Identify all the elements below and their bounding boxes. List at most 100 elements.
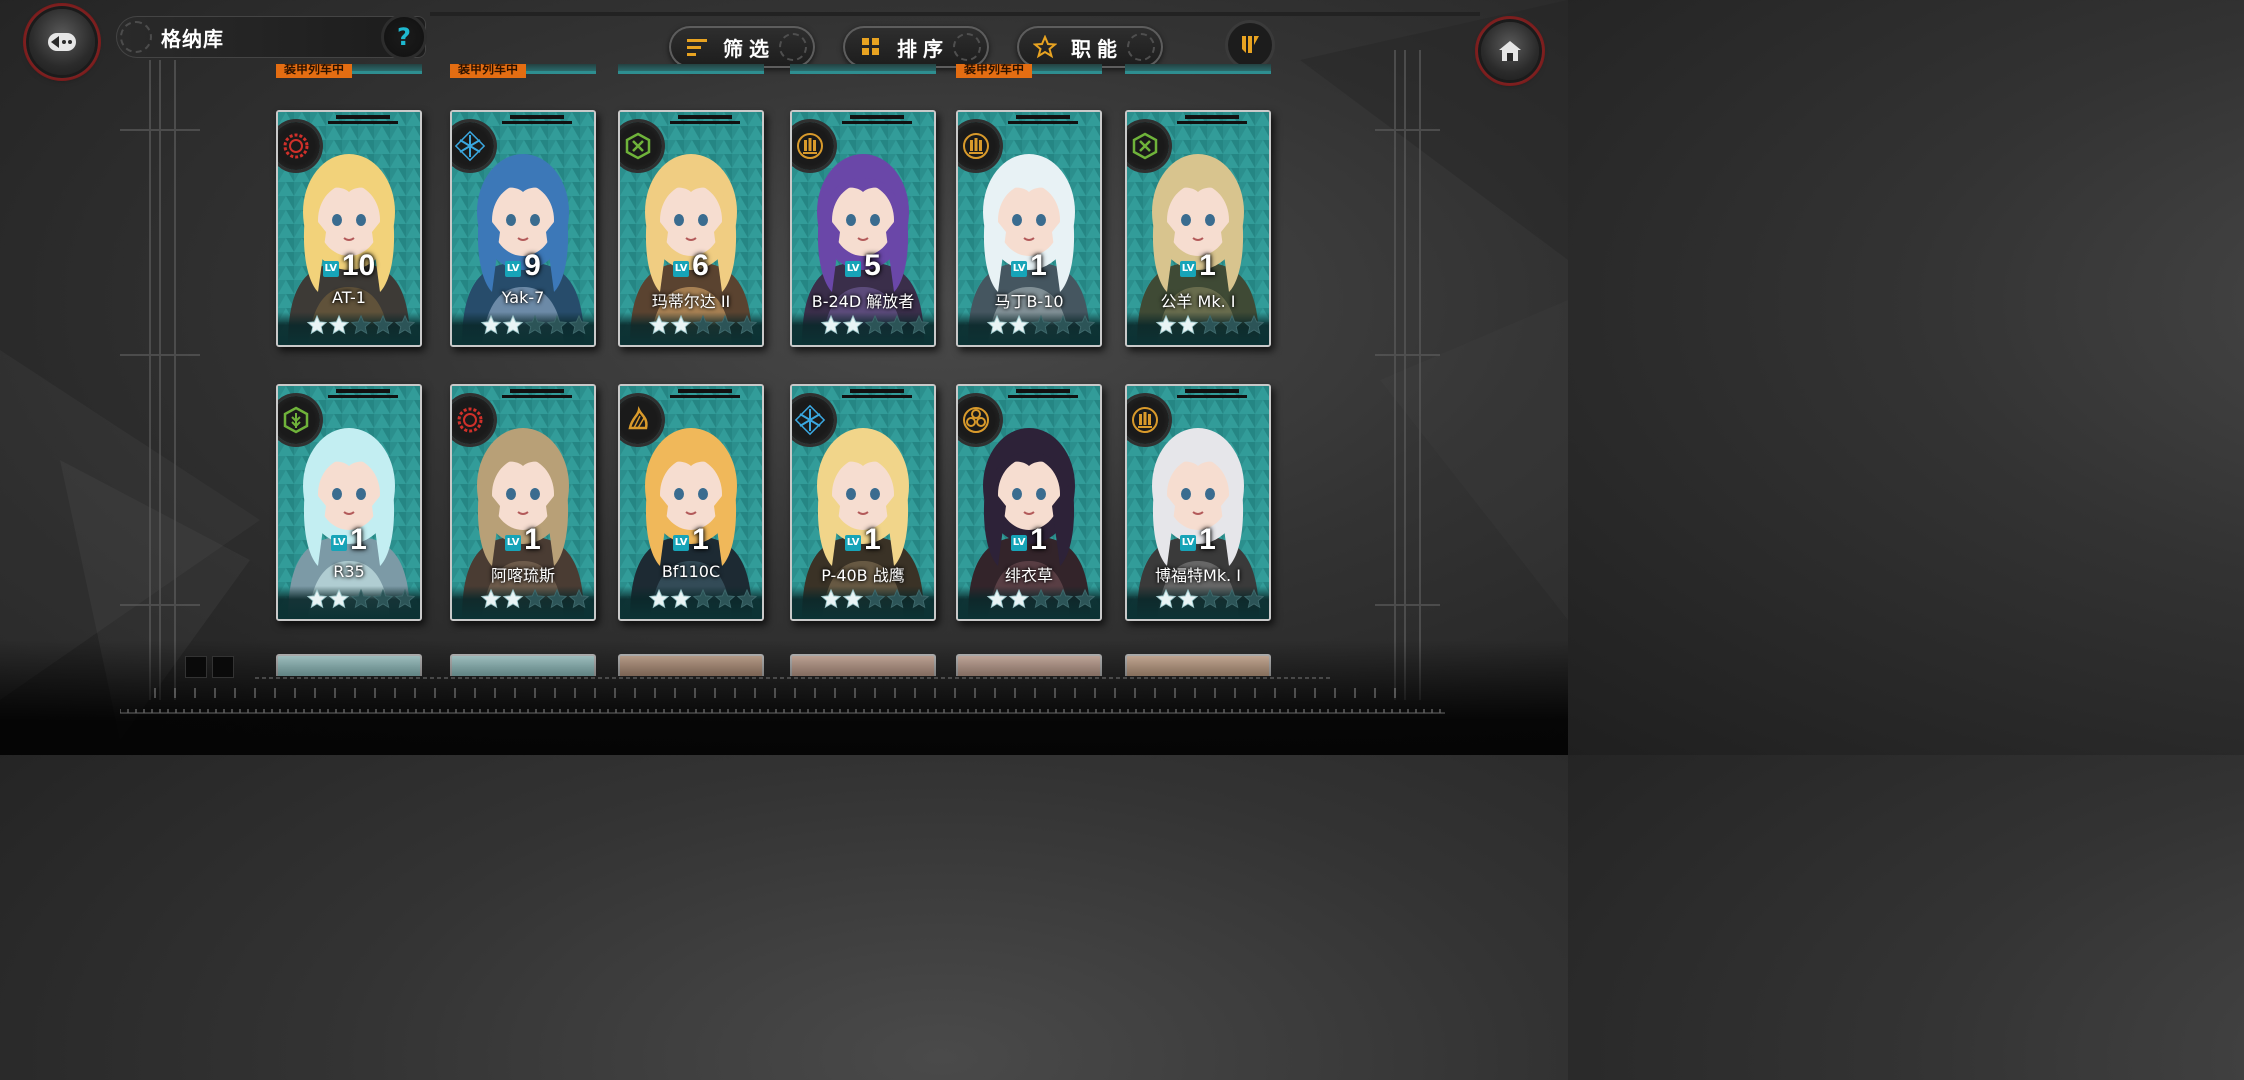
card-top-bar bbox=[1016, 389, 1070, 393]
character-card[interactable]: LV 1 马丁B-10 bbox=[956, 110, 1102, 347]
filter-button[interactable]: 筛选 bbox=[669, 26, 815, 68]
card-top-bar bbox=[328, 121, 398, 124]
star-filled-icon bbox=[1177, 314, 1199, 336]
star-empty-icon bbox=[714, 588, 736, 610]
star-empty-icon bbox=[1030, 314, 1052, 336]
star-empty-icon bbox=[714, 314, 736, 336]
gear-decoration-icon bbox=[1127, 33, 1155, 61]
character-card[interactable]: LV 1 P-40B 战鹰 bbox=[790, 384, 936, 621]
star-empty-icon bbox=[736, 588, 758, 610]
card-top-bar bbox=[1185, 115, 1239, 119]
card-level: LV 1 bbox=[620, 524, 762, 556]
level-value: 5 bbox=[864, 249, 881, 282]
gear-decoration-icon bbox=[120, 21, 152, 53]
character-card[interactable]: LV 1 Bf110C bbox=[618, 384, 764, 621]
star-rating bbox=[306, 588, 416, 610]
star-empty-icon bbox=[372, 314, 394, 336]
card-top-bar bbox=[1008, 121, 1078, 124]
star-filled-icon bbox=[1155, 588, 1177, 610]
card-level: LV 1 bbox=[792, 524, 934, 556]
star-filled-icon bbox=[986, 314, 1008, 336]
star-empty-icon bbox=[568, 314, 590, 336]
star-rating bbox=[820, 588, 930, 610]
card-peek bbox=[1125, 64, 1271, 74]
star-filled-icon bbox=[1155, 314, 1177, 336]
star-filled-icon bbox=[842, 588, 864, 610]
character-card[interactable]: LV 1 博福特Mk. I bbox=[1125, 384, 1271, 621]
card-top-bar bbox=[510, 389, 564, 393]
star-empty-icon bbox=[1074, 314, 1096, 336]
train-status-tag: 装甲列车中 bbox=[450, 64, 527, 78]
armory-button[interactable] bbox=[1228, 23, 1272, 67]
star-empty-icon bbox=[372, 588, 394, 610]
help-button[interactable]: ? bbox=[384, 17, 424, 57]
level-value: 10 bbox=[341, 249, 376, 282]
character-card[interactable]: LV 1 公羊 Mk. I bbox=[1125, 110, 1271, 347]
level-value: 1 bbox=[350, 523, 367, 556]
star-filled-icon bbox=[842, 314, 864, 336]
role-button[interactable]: 职能 bbox=[1017, 26, 1163, 68]
card-top-bar bbox=[336, 115, 390, 119]
star-filled-icon bbox=[328, 314, 350, 336]
star-filled-icon bbox=[670, 314, 692, 336]
filter-lines-icon bbox=[685, 35, 709, 59]
star-empty-icon bbox=[1199, 588, 1221, 610]
character-card[interactable]: LV 5 B-24D 解放者 bbox=[790, 110, 936, 347]
star-empty-icon bbox=[350, 588, 372, 610]
character-grid[interactable]: 装甲列车中 装甲列车中 装甲列车中 LV 10 AT-1 LV 9 Yak-7 LV 6 玛蒂尔… bbox=[260, 64, 1290, 676]
star-filled-icon bbox=[1177, 588, 1199, 610]
card-top-bar bbox=[670, 395, 740, 398]
star-filled-icon bbox=[648, 314, 670, 336]
bullet-icon bbox=[1242, 36, 1259, 53]
character-name: Yak-7 bbox=[501, 288, 545, 307]
level-badge-icon: LV bbox=[505, 535, 522, 551]
star-empty-icon bbox=[1052, 588, 1074, 610]
star-filled-icon bbox=[328, 588, 350, 610]
star-empty-icon bbox=[546, 314, 568, 336]
star-filled-icon bbox=[502, 588, 524, 610]
character-name: AT-1 bbox=[332, 288, 366, 307]
star-empty-icon bbox=[1243, 314, 1265, 336]
star-filled-icon bbox=[306, 314, 328, 336]
character-card[interactable]: LV 10 AT-1 bbox=[276, 110, 422, 347]
card-peek bbox=[790, 64, 936, 74]
star-rating bbox=[648, 314, 758, 336]
level-badge-icon: LV bbox=[331, 535, 348, 551]
star-filled-icon bbox=[1008, 314, 1030, 336]
back-button[interactable] bbox=[23, 3, 101, 81]
character-card[interactable]: LV 9 Yak-7 bbox=[450, 110, 596, 347]
star-rating bbox=[648, 588, 758, 610]
character-card[interactable]: LV 6 玛蒂尔达 II bbox=[618, 110, 764, 347]
card-top-bar bbox=[678, 389, 732, 393]
page-title: 格纳库 bbox=[161, 27, 224, 51]
level-badge-icon: LV bbox=[322, 261, 339, 277]
level-value: 1 bbox=[1199, 249, 1216, 282]
character-card[interactable]: LV 1 R35 bbox=[276, 384, 422, 621]
star-rating bbox=[480, 588, 590, 610]
star-filled-icon bbox=[670, 588, 692, 610]
star-rating bbox=[306, 314, 416, 336]
character-card[interactable]: LV 1 阿喀琉斯 bbox=[450, 384, 596, 621]
star-empty-icon bbox=[886, 588, 908, 610]
character-name: 公羊 Mk. I bbox=[1160, 292, 1236, 311]
character-card[interactable]: LV 1 绯衣草 bbox=[956, 384, 1102, 621]
character-name: 马丁B-10 bbox=[994, 292, 1064, 311]
card-level: LV 6 bbox=[620, 250, 762, 282]
star-empty-icon bbox=[1030, 588, 1052, 610]
card-top-bar bbox=[1016, 115, 1070, 119]
home-button[interactable] bbox=[1475, 16, 1545, 86]
ruler-decoration bbox=[120, 677, 1445, 714]
card-level: LV 1 bbox=[452, 524, 594, 556]
character-name: B-24D 解放者 bbox=[811, 292, 915, 311]
star-filled-icon bbox=[502, 314, 524, 336]
gear-decoration-icon bbox=[779, 33, 807, 61]
card-top-bar bbox=[1177, 395, 1247, 398]
star-empty-icon bbox=[1052, 314, 1074, 336]
card-level: LV 1 bbox=[958, 250, 1100, 282]
card-top-bar bbox=[336, 389, 390, 393]
level-value: 1 bbox=[1199, 523, 1216, 556]
star-empty-icon bbox=[1221, 588, 1243, 610]
page-dot bbox=[185, 656, 207, 678]
star-filled-icon bbox=[820, 314, 842, 336]
sort-button[interactable]: 排序 bbox=[843, 26, 989, 68]
